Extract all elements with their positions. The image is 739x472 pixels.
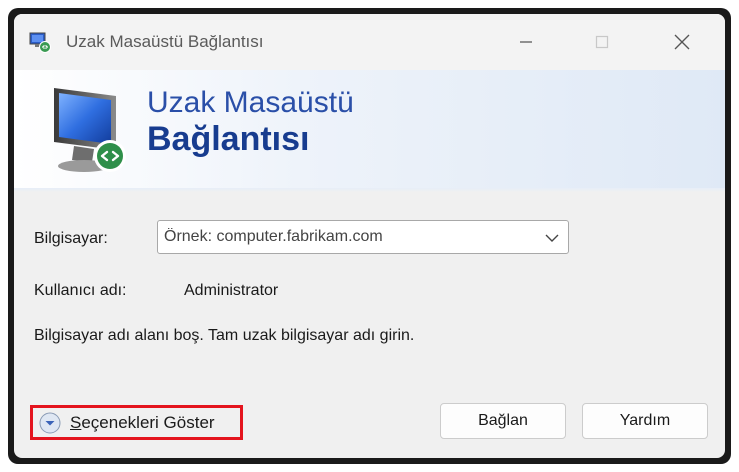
banner-title-line2: Bağlantısı xyxy=(147,120,310,158)
computer-label: Bilgisayar: xyxy=(34,230,108,247)
computer-combobox[interactable] xyxy=(157,220,569,254)
show-options-button[interactable]: Seçenekleri Göster xyxy=(30,405,243,440)
computer-input[interactable] xyxy=(158,221,534,253)
remote-desktop-window: Uzak Masaüstü Bağlantısı Uzak Masaüstü B… xyxy=(14,14,725,458)
username-label: Kullanıcı adı: xyxy=(34,282,127,299)
banner-divider xyxy=(14,188,725,192)
minimize-icon xyxy=(520,41,532,43)
show-options-label: Seçenekleri Göster xyxy=(70,413,215,433)
minimize-button[interactable] xyxy=(504,26,548,58)
help-button[interactable]: Yardım xyxy=(582,403,708,439)
window-title: Uzak Masaüstü Bağlantısı xyxy=(66,32,264,51)
connect-button[interactable]: Bağlan xyxy=(440,403,566,439)
monitor-remote-icon xyxy=(54,88,126,172)
status-message: Bilgisayar adı alanı boş. Tam uzak bilgi… xyxy=(34,327,415,344)
close-icon xyxy=(674,34,690,50)
show-options-label-rest: eçenekleri Göster xyxy=(81,412,215,432)
banner-title-line1: Uzak Masaüstü xyxy=(147,86,354,119)
username-value: Administrator xyxy=(184,282,279,299)
maximize-button[interactable] xyxy=(580,26,624,58)
maximize-icon xyxy=(595,35,609,49)
title-bar[interactable]: Uzak Masaüstü Bağlantısı xyxy=(14,14,725,70)
chevron-down-icon[interactable] xyxy=(542,228,562,248)
remote-desktop-icon xyxy=(29,32,51,53)
header-banner: Uzak Masaüstü Bağlantısı xyxy=(14,70,725,189)
close-button[interactable] xyxy=(660,26,704,58)
expand-chevron-icon xyxy=(39,412,61,433)
show-options-accesskey: S xyxy=(70,412,82,432)
